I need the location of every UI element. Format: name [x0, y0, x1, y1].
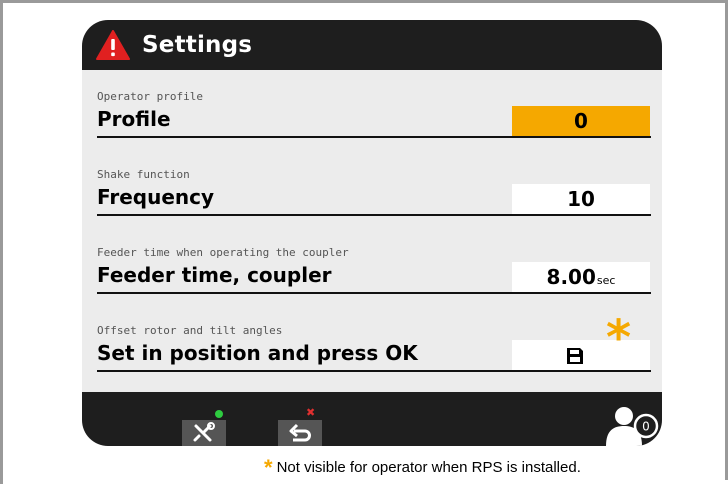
back-arrow-icon [289, 423, 311, 442]
footnote: * Not visible for operator when RPS is in… [264, 455, 581, 481]
profile-value-field[interactable]: 0 [512, 106, 650, 136]
setting-label: Set in position and press OK [97, 341, 418, 365]
frequency-value: 10 [567, 187, 595, 211]
setting-sublabel: Shake function [97, 168, 190, 181]
setting-row-offset-calibration[interactable]: Offset rotor and tilt angles Set in posi… [82, 304, 662, 382]
frequency-value-field[interactable]: 10 [512, 184, 650, 214]
row-divider [97, 292, 651, 294]
screen-footer: ✖ 0 [82, 392, 662, 446]
setting-row-feeder-time[interactable]: Feeder time when operating the coupler F… [82, 226, 662, 304]
screen-header: Settings [82, 20, 662, 70]
setting-row-profile[interactable]: Operator profile Profile 0 [82, 70, 662, 148]
back-button[interactable] [278, 420, 322, 446]
figure-border-top [0, 0, 728, 3]
page-title: Settings [142, 32, 253, 58]
row-divider [97, 214, 651, 216]
footnote-asterisk: * [264, 455, 273, 480]
profile-value: 0 [574, 109, 588, 133]
warning-icon [96, 30, 130, 60]
close-indicator-icon: ✖ [306, 406, 316, 419]
operator-profile-icon: 0 [606, 407, 659, 446]
setting-row-frequency[interactable]: Shake function Frequency 10 [82, 148, 662, 226]
row-divider [97, 370, 651, 372]
annotation-asterisk: * [606, 310, 632, 366]
row-divider [97, 136, 651, 138]
feeder-time-value: 8.00 [546, 265, 596, 289]
tools-icon [193, 422, 215, 442]
status-dot-icon [215, 410, 223, 418]
setting-label: Feeder time, coupler [97, 263, 332, 287]
footnote-text: Not visible for operator when RPS is ins… [276, 459, 581, 476]
figure-border-left [0, 0, 3, 484]
unit-label: sec [596, 274, 616, 287]
settings-screen: Settings Operator profile Profile 0 Shak… [82, 20, 662, 446]
setting-sublabel: Feeder time when operating the coupler [97, 246, 349, 259]
feeder-time-value-field[interactable]: 8.00sec [512, 262, 650, 292]
profile-badge: 0 [642, 420, 650, 434]
setting-sublabel: Operator profile [97, 90, 203, 103]
tools-button[interactable] [182, 420, 226, 446]
setting-label: Profile [97, 107, 171, 131]
setting-label: Frequency [97, 185, 215, 209]
settings-list: Operator profile Profile 0 Shake functio… [82, 70, 662, 392]
save-icon [567, 348, 583, 364]
setting-sublabel: Offset rotor and tilt angles [97, 324, 283, 337]
